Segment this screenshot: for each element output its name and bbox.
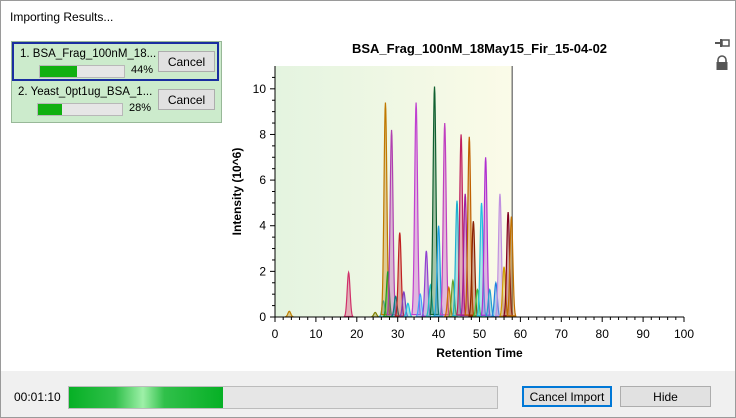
y-tick-label: 10 [253, 82, 267, 96]
chromatogram-chart: BSA_Frag_100nM_18May15_Fir_15-04-02 0 10 20… [229, 35, 707, 365]
cancel-import-button[interactable]: Cancel Import [522, 386, 612, 407]
x-tick-label: 100 [674, 327, 694, 341]
chart-title: BSA_Frag_100nM_18May15_Fir_15-04-02 [352, 41, 607, 56]
x-tick-label: 30 [391, 327, 405, 341]
y-tick-label: 2 [259, 264, 266, 278]
x-axis-label: Retention Time [436, 346, 523, 360]
file-item-1[interactable]: 1. BSA_Frag_100nM_18... 44% Cancel [12, 42, 219, 81]
file-item-2[interactable]: 2. Yeast_0pt1ug_BSA_1... 28% Cancel [12, 82, 219, 119]
x-tick-label: 50 [473, 327, 487, 341]
y-tick-label: 4 [259, 219, 266, 233]
file-progress-percent: 44% [131, 64, 154, 76]
x-tick-label: 0 [272, 327, 279, 341]
import-dialog: Importing Results... 1. BSA_Frag_100nM_1… [0, 0, 736, 418]
side-toolbar [713, 35, 733, 75]
file-progress-fill [40, 66, 77, 77]
chromatogram-svg: BSA_Frag_100nM_18May15_Fir_15-04-020 10 20… [230, 41, 694, 360]
lock-icon[interactable] [713, 55, 731, 71]
file-progress-percent: 28% [129, 102, 152, 114]
x-tick-label: 90 [636, 327, 650, 341]
y-tick-label: 6 [259, 173, 266, 187]
dialog-title: Importing Results... [10, 10, 114, 24]
file-cancel-button[interactable]: Cancel [158, 51, 215, 72]
y-tick-label: 8 [259, 127, 266, 141]
file-list: 1. BSA_Frag_100nM_18... 44% Cancel 2. Ye… [11, 41, 222, 123]
y-tick-label: 0 [259, 310, 266, 324]
y-axis-label: Intensity (10^6) [230, 148, 244, 236]
file-progress-bar [37, 103, 123, 116]
x-tick-label: 80 [596, 327, 610, 341]
status-bar: 00:01:10 Cancel Import Hide [1, 371, 735, 417]
x-tick-label: 40 [432, 327, 446, 341]
file-progress-bar [39, 65, 125, 78]
pin-icon[interactable] [713, 35, 731, 51]
file-progress-fill [38, 104, 62, 115]
x-tick-label: 10 [309, 327, 323, 341]
overall-progress-fill [69, 387, 224, 408]
hide-button[interactable]: Hide [620, 386, 711, 407]
x-tick-label: 70 [555, 327, 569, 341]
x-tick-label: 60 [514, 327, 528, 341]
file-name: 1. BSA_Frag_100nM_18... [20, 48, 156, 60]
file-cancel-button[interactable]: Cancel [158, 89, 215, 110]
x-tick-label: 20 [350, 327, 364, 341]
overall-progress-bar [68, 386, 498, 409]
file-name: 2. Yeast_0pt1ug_BSA_1... [18, 86, 153, 98]
elapsed-time: 00:01:10 [14, 390, 61, 404]
